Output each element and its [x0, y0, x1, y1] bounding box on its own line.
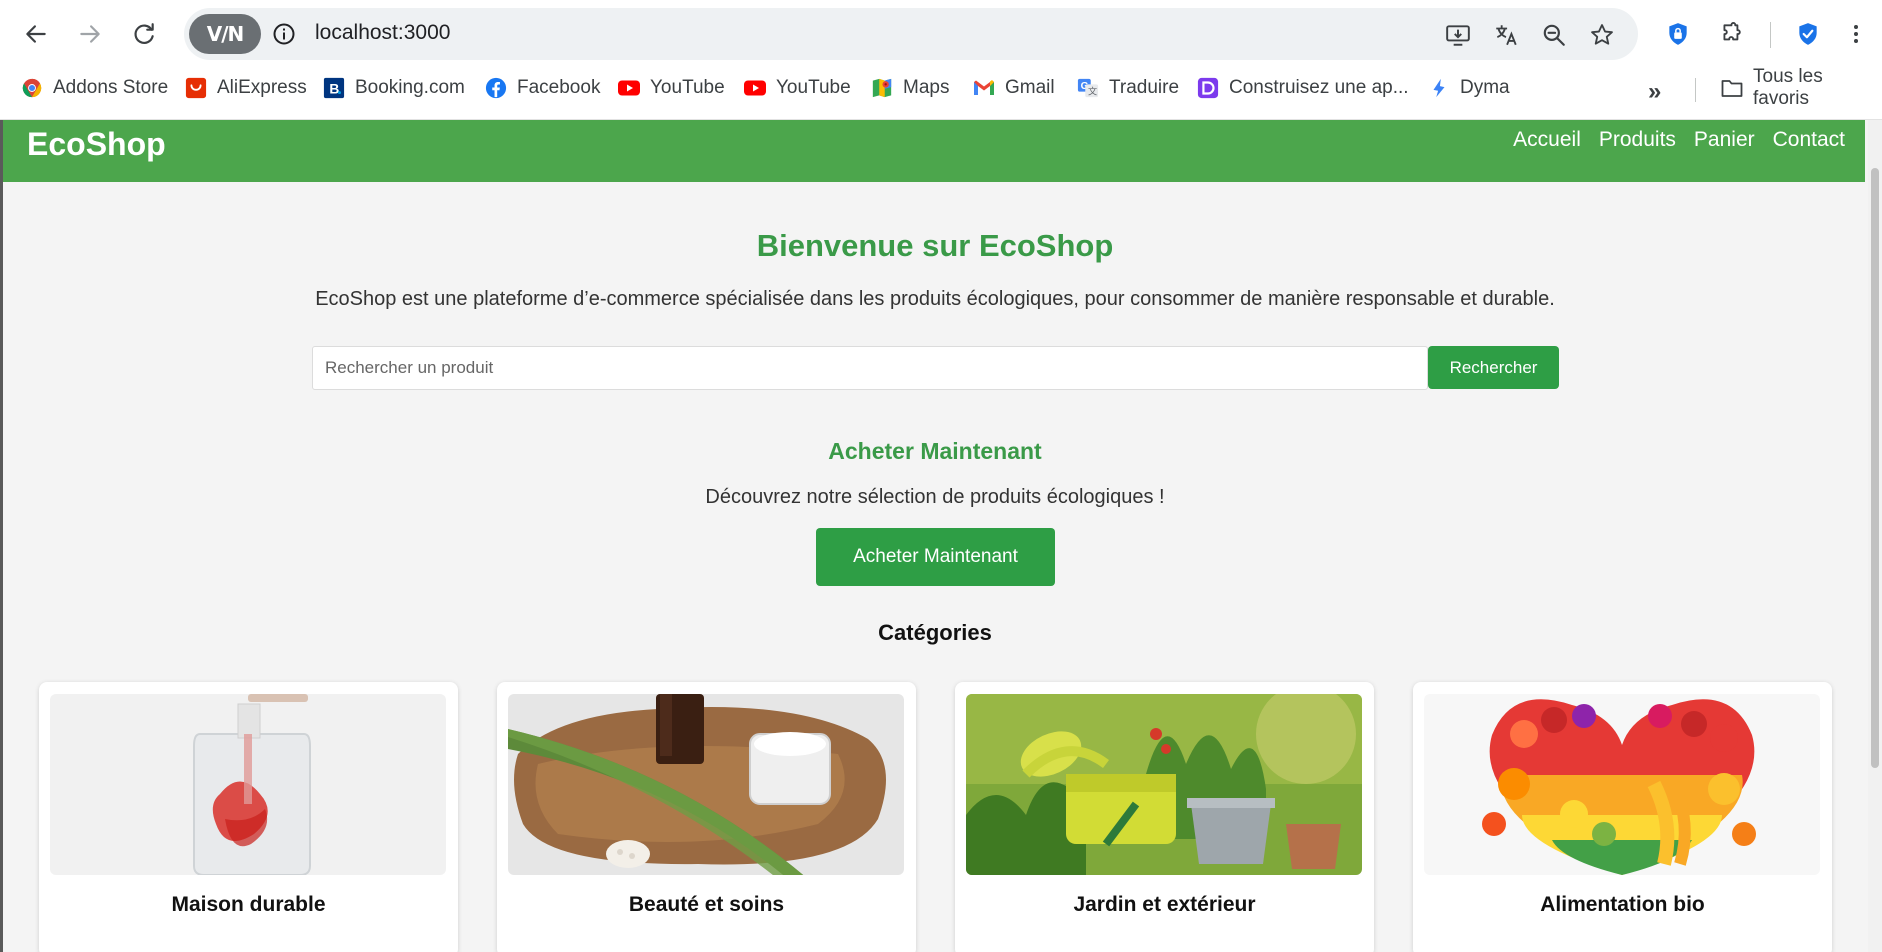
- site-logo[interactable]: EcoShop: [27, 126, 166, 163]
- cta-title: Acheter Maintenant: [828, 438, 1042, 464]
- search-button[interactable]: Rechercher: [1428, 346, 1559, 389]
- bookmarks-divider: [1695, 78, 1696, 102]
- category-grid: Maison durable Beauté et soins Jardin et…: [39, 682, 1833, 952]
- bookmark-label: Construisez une ap...: [1229, 77, 1409, 98]
- bookmark-facebook[interactable]: Facebook: [484, 68, 600, 108]
- booking-icon: B: [322, 76, 346, 100]
- bookmark-label: Booking.com: [355, 77, 465, 98]
- more-bookmarks-icon[interactable]: »: [1648, 78, 1661, 106]
- search-input[interactable]: [312, 346, 1428, 390]
- bookmark-label: Traduire: [1109, 77, 1180, 98]
- nav-produits[interactable]: Produits: [1599, 128, 1676, 152]
- bookmark-traduire[interactable]: G文 Traduire: [1076, 68, 1179, 108]
- translate-icon: G文: [1076, 76, 1100, 100]
- extensions-icon[interactable]: [1716, 18, 1748, 50]
- nav-accueil[interactable]: Accueil: [1513, 128, 1581, 152]
- bookmark-label: YouTube: [776, 77, 851, 98]
- reload-button[interactable]: [124, 14, 164, 54]
- bookmark-label: Facebook: [517, 77, 601, 98]
- toolbar-divider: [1770, 22, 1771, 48]
- buy-now-button[interactable]: Acheter Maintenant: [816, 528, 1055, 586]
- svg-text:B: B: [329, 82, 339, 97]
- arrow-left-icon: [26, 25, 46, 43]
- zoom-icon[interactable]: [1540, 21, 1568, 49]
- bookmark-label: Addons Store: [53, 77, 169, 98]
- translate-page-icon[interactable]: [1492, 21, 1520, 49]
- url-text[interactable]: localhost:3000: [315, 21, 450, 45]
- category-card-jardin-et-exterieur[interactable]: Jardin et extérieur: [955, 682, 1374, 952]
- back-button[interactable]: [16, 14, 56, 54]
- facebook-icon: [484, 76, 508, 100]
- vpn-badge[interactable]: V/N: [189, 14, 261, 54]
- security-shield-icon[interactable]: [1792, 18, 1824, 50]
- categories-title: Catégories: [878, 620, 992, 645]
- bookmark-label: Maps: [903, 77, 950, 98]
- bookmark-construisez[interactable]: Construisez une ap...: [1196, 68, 1409, 108]
- category-card-alimentation-bio[interactable]: Alimentation bio: [1413, 682, 1832, 952]
- bookmark-label: Dyma: [1460, 77, 1510, 98]
- aliexpress-icon: [184, 76, 208, 100]
- page-viewport: EcoShop Accueil Produits Panier Contact …: [0, 120, 1882, 952]
- category-card-maison-durable[interactable]: Maison durable: [39, 682, 458, 952]
- scrollbar-thumb[interactable]: [1871, 168, 1879, 768]
- bookmark-maps[interactable]: Maps: [870, 68, 949, 108]
- cta-description: Découvrez notre sélection de produits éc…: [705, 486, 1165, 508]
- nav-panier[interactable]: Panier: [1694, 128, 1755, 152]
- svg-text:文: 文: [1088, 85, 1097, 97]
- bookmark-aliexpress[interactable]: AliExpress: [184, 68, 307, 108]
- bookmark-star-icon[interactable]: [1588, 21, 1616, 49]
- bookmark-label: YouTube: [650, 77, 725, 98]
- maps-icon: [870, 76, 894, 100]
- password-manager-icon[interactable]: [1662, 18, 1694, 50]
- category-image-maison-durable: [50, 694, 446, 875]
- address-bar[interactable]: V/N localhost:3000: [184, 8, 1638, 60]
- category-image-beaute-et-soins: [508, 694, 904, 875]
- bookmark-label: Gmail: [1005, 77, 1055, 98]
- category-image-jardin-et-exterieur: [966, 694, 1362, 875]
- category-image-alimentation-bio: [1424, 694, 1820, 875]
- all-bookmarks-folder[interactable]: Tous les favoris: [1720, 66, 1882, 109]
- category-label: Maison durable: [171, 893, 326, 916]
- category-card-beaute-et-soins[interactable]: Beauté et soins: [497, 682, 916, 952]
- youtube-icon: [617, 76, 641, 100]
- bookmark-dyma[interactable]: Dyma: [1427, 68, 1510, 108]
- hero-description: EcoShop est une plateforme d’e-commerce …: [315, 288, 1555, 310]
- site-nav: Accueil Produits Panier Contact: [1513, 128, 1845, 152]
- browser-toolbar: V/N localhost:3000: [0, 0, 1882, 68]
- site-header: EcoShop Accueil Produits Panier Contact: [3, 120, 1865, 182]
- bookmark-youtube-2[interactable]: YouTube: [743, 68, 851, 108]
- category-label: Jardin et extérieur: [1073, 893, 1256, 916]
- hero-title: Bienvenue sur EcoShop: [756, 228, 1114, 263]
- bookmark-gmail[interactable]: Gmail: [972, 68, 1055, 108]
- addons-store-icon: [20, 76, 44, 100]
- arrow-right-icon: [80, 25, 100, 43]
- bookmark-youtube-1[interactable]: YouTube: [617, 68, 725, 108]
- nav-contact[interactable]: Contact: [1773, 128, 1845, 152]
- page-scrollbar[interactable]: [1868, 120, 1882, 952]
- site-info-icon[interactable]: [272, 22, 296, 46]
- gmail-icon: [972, 76, 996, 100]
- bookmarks-bar: Addons Store AliExpress B Booking.com Fa…: [0, 66, 1882, 120]
- category-label: Beauté et soins: [628, 893, 785, 916]
- youtube-icon: [743, 76, 767, 100]
- folder-icon: [1720, 76, 1744, 100]
- reload-icon: [134, 23, 154, 44]
- bookmark-booking[interactable]: B Booking.com: [322, 68, 465, 108]
- forward-button[interactable]: [70, 14, 110, 54]
- bookmark-label: AliExpress: [217, 77, 307, 98]
- browser-menu-icon[interactable]: [1840, 18, 1872, 50]
- install-app-icon[interactable]: [1444, 21, 1472, 49]
- app-builder-icon: [1196, 76, 1220, 100]
- bookmark-addons-store[interactable]: Addons Store: [20, 68, 168, 108]
- category-label: Alimentation bio: [1540, 893, 1705, 916]
- all-bookmarks-label: Tous les favoris: [1753, 66, 1823, 109]
- dyma-icon: [1427, 76, 1451, 100]
